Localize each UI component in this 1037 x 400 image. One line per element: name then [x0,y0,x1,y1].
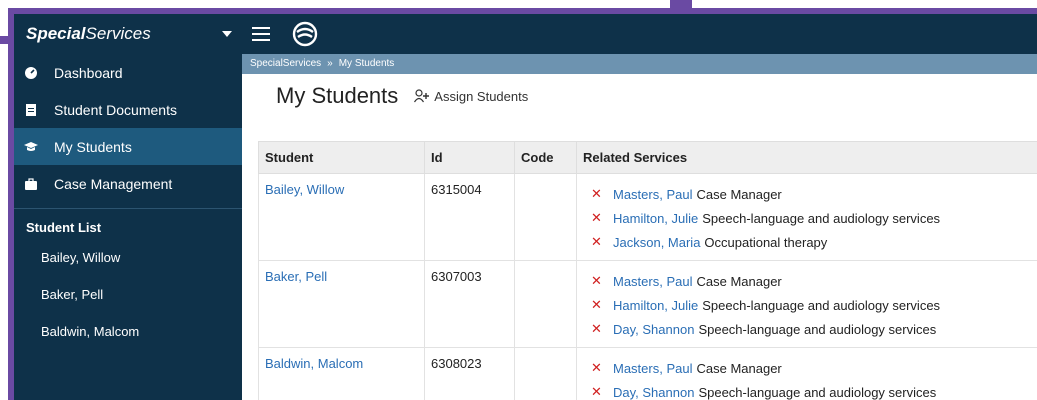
sidebar-student-item[interactable]: Bailey, Willow [14,239,242,276]
remove-icon[interactable]: ✕ [591,297,613,313]
code-cell [514,260,577,348]
app-window: Special Services Dashboard Student Docume… [14,14,1037,400]
divider [14,208,242,209]
caret-down-icon[interactable] [222,31,232,37]
id-cell: 6307003 [424,260,515,348]
student-link[interactable]: Bailey, Willow [265,182,344,197]
student-cell: Baker, Pell [258,260,425,348]
column-header-related-services[interactable]: Related Services [576,141,1037,174]
service-entry: ✕ Hamilton, Julie Speech-language and audi… [583,293,1037,317]
student-link[interactable]: Baldwin, Malcom [265,356,363,371]
sidebar: Dashboard Student Documents My Students … [14,54,242,400]
column-header-student[interactable]: Student [258,141,425,174]
student-list-title: Student List [26,220,102,235]
breadcrumb-current: My Students [338,58,395,69]
services-cell: ✕ Masters, Paul Case Manager ✕ Hamilton, Ju… [576,173,1037,261]
brand-name-rest: Services [85,24,151,43]
remove-icon[interactable]: ✕ [591,360,613,376]
title-row: My Students Assign Students [242,74,1037,118]
service-description: Speech-language and audiology services [702,210,941,226]
hamburger-menu-icon[interactable] [252,27,270,41]
column-header-code[interactable]: Code [514,141,577,174]
assign-students-button[interactable]: Assign Students [414,89,528,104]
sidebar-item-my-students[interactable]: My Students [14,128,242,165]
provider-link[interactable]: Masters, Paul [613,274,692,289]
app-logo-icon [292,21,318,47]
service-description: Speech-language and audiology services [698,384,937,400]
breadcrumb-separator: » [327,58,333,69]
service-entry: ✕ Day, Shannon Speech-language and audiolo… [583,317,1037,341]
service-entry: ✕ Masters, Paul Case Manager [583,356,1037,380]
table-row: Bailey, Willow 6315004 ✕ Masters, Paul Cas… [258,173,1037,261]
service-description: Case Manager [696,186,782,202]
service-description: Occupational therapy [704,234,828,250]
service-entry: ✕ Day, Shannon Speech-language and audiolo… [583,380,1037,400]
provider-link[interactable]: Hamilton, Julie [613,211,698,226]
student-link[interactable]: Baker, Pell [265,269,327,284]
sidebar-student-item[interactable]: Baker, Pell [14,276,242,313]
brand-name-bold: Special [26,24,86,43]
decorative-frame-notch [670,0,692,12]
briefcase-icon [25,177,37,190]
column-header-id[interactable]: Id [424,141,515,174]
sidebar-item-dashboard[interactable]: Dashboard [14,54,242,91]
provider-link[interactable]: Day, Shannon [613,322,694,337]
service-description: Case Manager [696,360,782,376]
remove-icon[interactable]: ✕ [591,186,613,202]
top-bar: Special Services [14,14,1037,54]
id-cell: 6315004 [424,173,515,261]
student-cell: Baldwin, Malcom [258,347,425,400]
sidebar-item-label: Student Documents [54,101,177,118]
service-description: Case Manager [696,273,782,289]
remove-icon[interactable]: ✕ [591,321,613,337]
id-cell: 6308023 [424,347,515,400]
graduation-cap-icon [24,141,38,151]
remove-icon[interactable]: ✕ [591,210,613,226]
service-description: Speech-language and audiology services [702,297,941,313]
sidebar-student-item[interactable]: Baldwin, Malcom [14,313,242,350]
provider-link[interactable]: Masters, Paul [613,187,692,202]
provider-link[interactable]: Masters, Paul [613,361,692,376]
service-description: Speech-language and audiology services [698,321,937,337]
remove-icon[interactable]: ✕ [591,234,613,250]
code-cell [514,173,577,261]
breadcrumb-root-link[interactable]: SpecialServices [250,58,321,69]
table-header-row: Student Id Code Related Services [258,141,1037,174]
remove-icon[interactable]: ✕ [591,384,613,400]
service-entry: ✕ Jackson, Maria Occupational therapy [583,230,1037,254]
services-cell: ✕ Masters, Paul Case Manager ✕ Day, Shannon… [576,347,1037,400]
assign-students-label: Assign Students [434,88,529,104]
code-cell [514,347,577,400]
sidebar-item-student-documents[interactable]: Student Documents [14,91,242,128]
table-row: Baker, Pell 6307003 ✕ Masters, Paul Case M… [258,260,1037,348]
breadcrumb: SpecialServices » My Students [242,54,1037,74]
sidebar-item-label: Dashboard [54,64,123,81]
provider-link[interactable]: Hamilton, Julie [613,298,698,313]
decorative-frame-notch [0,36,14,44]
document-icon [26,103,36,116]
main-content: SpecialServices » My Students My Students … [242,54,1037,400]
table-row: Baldwin, Malcom 6308023 ✕ Masters, Paul Ca… [258,347,1037,400]
students-table: Student Id Code Related Services Bailey,… [258,141,1037,400]
sidebar-item-label: My Students [54,138,132,155]
services-cell: ✕ Masters, Paul Case Manager ✕ Hamilton, Ju… [576,260,1037,348]
service-entry: ✕ Masters, Paul Case Manager [583,269,1037,293]
student-cell: Bailey, Willow [258,173,425,261]
brand-menu[interactable]: Special Services [14,14,242,54]
provider-link[interactable]: Day, Shannon [613,385,694,400]
page-title: My Students [276,83,399,108]
sidebar-item-case-management[interactable]: Case Management [14,165,242,202]
dashboard-icon [25,66,37,79]
service-entry: ✕ Masters, Paul Case Manager [583,182,1037,206]
sidebar-item-label: Case Management [54,175,173,192]
remove-icon[interactable]: ✕ [591,273,613,289]
provider-link[interactable]: Jackson, Maria [613,235,700,250]
add-user-icon [414,89,430,103]
service-entry: ✕ Hamilton, Julie Speech-language and audi… [583,206,1037,230]
